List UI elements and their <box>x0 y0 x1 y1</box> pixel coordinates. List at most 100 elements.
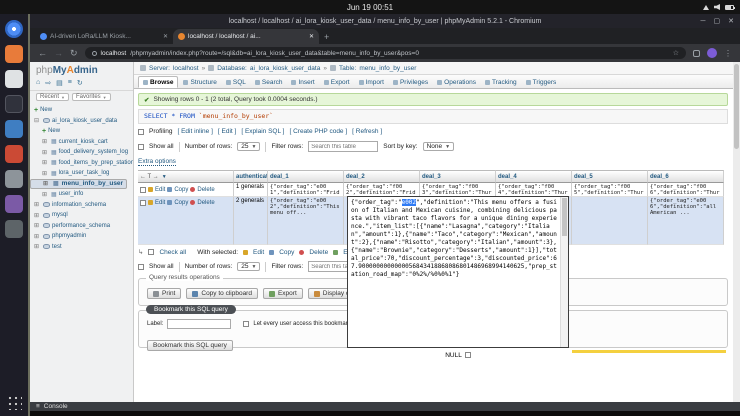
cell-authentication-key[interactable]: 2 generals <box>234 197 268 245</box>
row-checkbox[interactable] <box>140 200 146 206</box>
cell-deal-1[interactable]: {"order_tag":"e001","definition":"Friday… <box>268 183 344 197</box>
with-selected-delete[interactable]: Delete <box>309 249 328 256</box>
logout-icon[interactable]: ⇨ <box>45 79 51 87</box>
refresh-icon[interactable]: ↻ <box>77 79 83 87</box>
tree-item-current-kiosk-cart[interactable]: ⊞▦current_kiosk_cart <box>30 137 133 148</box>
bookmark-access-checkbox[interactable] <box>243 321 249 327</box>
expand-icon[interactable]: ⊞ <box>42 191 49 198</box>
num-rows-select[interactable]: 25▼ <box>237 142 260 151</box>
tab-triggers[interactable]: Triggers <box>522 76 561 88</box>
editor-scrollbar[interactable] <box>560 197 568 347</box>
copy-row-link[interactable]: Copy <box>174 187 188 193</box>
dock-editor-icon[interactable] <box>5 70 23 88</box>
tree-item-test[interactable]: ⊞test <box>30 242 133 253</box>
tab-tracking[interactable]: Tracking <box>481 76 521 88</box>
expand-icon[interactable]: ⊞ <box>34 222 41 229</box>
tab-close-icon[interactable]: ✕ <box>163 33 168 40</box>
address-bar[interactable]: localhost/phpmyadmin/index.php?route=/sq… <box>85 47 686 59</box>
column-header-deal-2[interactable]: deal_2 <box>344 170 420 183</box>
editor-json-text[interactable]: {"order_tag":"e002","definition":"This m… <box>351 199 557 345</box>
profile-avatar[interactable] <box>707 48 717 58</box>
with-selected-edit[interactable]: Edit <box>253 249 264 256</box>
null-checkbox[interactable] <box>465 352 471 358</box>
expand-icon[interactable]: ⊞ <box>34 212 41 219</box>
dock-files-icon[interactable] <box>5 45 23 63</box>
scrollbar-thumb[interactable] <box>734 64 739 149</box>
check-all-link[interactable]: Check all <box>159 249 186 256</box>
column-header-deal-6[interactable]: deal_6 <box>648 170 724 183</box>
breadcrumb-server[interactable]: localhost <box>173 65 199 72</box>
copy-row-link[interactable]: Copy <box>174 200 188 206</box>
new-tab-button[interactable]: + <box>324 32 329 44</box>
dock-trash-icon[interactable] <box>5 220 23 238</box>
bookmark-label-input[interactable] <box>167 319 231 329</box>
expand-icon[interactable]: ⊞ <box>42 138 49 145</box>
cell-deal-5[interactable] <box>572 197 648 245</box>
maximize-icon[interactable]: ▢ <box>714 17 721 25</box>
cell-deal-6[interactable]: {"order_tag":"f006","definition":"Thursd… <box>648 183 724 197</box>
expand-icon[interactable]: ⊞ <box>42 170 49 177</box>
tab-structure[interactable]: Structure <box>179 76 220 88</box>
docs-icon[interactable]: ▤ <box>56 79 63 87</box>
window-titlebar[interactable]: localhost / localhost / ai_lora_kiosk_us… <box>30 14 740 28</box>
tree-item-mysql[interactable]: ⊞mysql <box>30 210 133 221</box>
tree-item-user-info[interactable]: ⊞▦user_info <box>30 189 133 200</box>
tab-privileges[interactable]: Privileges <box>389 76 432 88</box>
dock-app-grid-icon[interactable] <box>6 394 22 410</box>
row-checkbox[interactable] <box>140 187 146 193</box>
minimize-icon[interactable]: ─ <box>701 18 706 25</box>
inline-cell-editor[interactable]: {"order_tag":"e002","definition":"This m… <box>347 196 569 348</box>
tree-item-lora-user-task-log[interactable]: ⊞▦lora_user_task_log <box>30 168 133 179</box>
collapse-icon[interactable]: ⊟ <box>34 117 41 124</box>
clock[interactable]: Jun 19 00:51 <box>347 3 393 12</box>
site-info-icon[interactable] <box>92 51 97 56</box>
pma-console-bar[interactable]: ≡ Console <box>30 402 740 411</box>
cell-deal-1[interactable]: {"order_tag":"e002","definition":"This m… <box>268 197 344 245</box>
tab-import[interactable]: Import <box>355 76 388 88</box>
tree-item-db-ai-lora-kiosk-user-data[interactable]: ⊟ai_lora_kiosk_user_data <box>30 116 133 127</box>
actions-header[interactable]: ← T →▼ <box>138 170 234 183</box>
extensions-icon[interactable] <box>693 50 700 57</box>
show-all-checkbox[interactable] <box>138 144 144 150</box>
extra-options-link[interactable]: Extra options <box>138 158 176 166</box>
pma-logo[interactable]: phpMyAdmin <box>30 62 133 77</box>
check-all-checkbox[interactable] <box>148 249 154 255</box>
copy-to-clipboard-button[interactable]: Copy to clipboard <box>186 288 258 299</box>
tab-export[interactable]: Export <box>320 76 354 88</box>
tab-operations[interactable]: Operations <box>433 76 480 88</box>
edit-row-link[interactable]: Edit <box>155 200 165 206</box>
tab-insert[interactable]: Insert <box>287 76 318 88</box>
home-icon[interactable]: ⌂ <box>36 79 40 87</box>
explain-sql-link[interactable]: [ Explain SQL ] <box>241 128 284 135</box>
show-all-checkbox[interactable] <box>138 264 144 270</box>
browser-menu-icon[interactable]: ⋮ <box>724 49 732 58</box>
column-header-deal-5[interactable]: deal_5 <box>572 170 648 183</box>
column-header-deal-1[interactable]: deal_1 <box>268 170 344 183</box>
dock-app-blue-icon[interactable] <box>5 120 23 138</box>
expand-icon[interactable]: ⊞ <box>34 243 41 250</box>
browser-tab-phpmyadmin[interactable]: localhost / localhost / ai... ✕ <box>173 29 319 44</box>
delete-row-link[interactable]: Delete <box>197 187 214 193</box>
cell-deal-2[interactable]: {"order_tag":"f002","definition":"Friday… <box>344 183 420 197</box>
with-selected-copy[interactable]: Copy <box>279 249 294 256</box>
tree-item-new-database[interactable]: +New <box>30 105 133 116</box>
page-scrollbar[interactable] <box>733 62 740 402</box>
cell-deal-4[interactable]: {"order_tag":"f004","definition":"Thursd… <box>496 183 572 197</box>
tree-item-performance-schema[interactable]: ⊞performance_schema <box>30 221 133 232</box>
expand-icon[interactable]: ⊞ <box>34 233 41 240</box>
print-button[interactable]: Print <box>147 288 181 299</box>
breadcrumb-database[interactable]: ai_lora_kiosk_user_data <box>250 65 320 72</box>
system-tray[interactable] <box>703 0 734 14</box>
cell-deal-3[interactable]: {"order_tag":"f003","definition":"Thursd… <box>420 183 496 197</box>
cell-authentication-key[interactable]: 1 generals <box>234 183 268 197</box>
column-header-deal-4[interactable]: deal_4 <box>496 170 572 183</box>
tab-close-icon[interactable]: ✕ <box>309 33 314 40</box>
tree-item-food-items-by-prep-station[interactable]: ⊞▦food_items_by_prep_station <box>30 158 133 169</box>
tree-item-menu-info-by-user[interactable]: ⊞▦menu_info_by_user <box>30 179 127 190</box>
tab-sql[interactable]: SQL <box>222 76 250 88</box>
expand-icon[interactable]: ⊞ <box>34 201 41 208</box>
tree-item-information-schema[interactable]: ⊞information_schema <box>30 200 133 211</box>
cell-deal-5[interactable]: {"order_tag":"f005","definition":"Thursd… <box>572 183 648 197</box>
filter-rows-input[interactable] <box>308 141 378 152</box>
breadcrumb-table[interactable]: menu_info_by_user <box>359 65 416 72</box>
